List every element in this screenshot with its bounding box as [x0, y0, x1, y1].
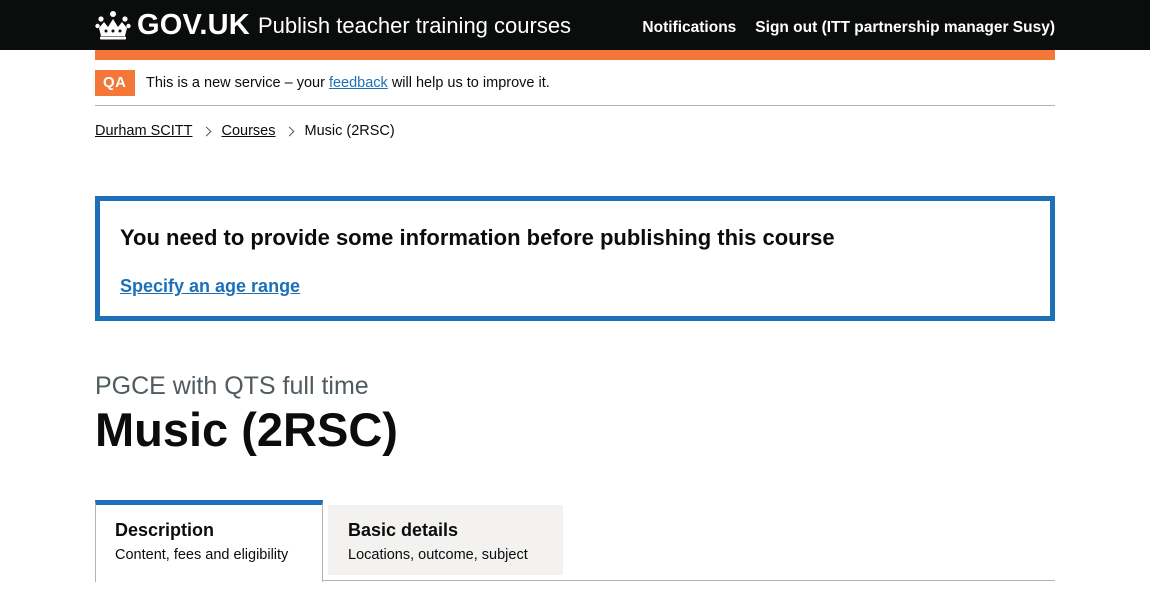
- phase-banner-text: This is a new service – your feedback wi…: [146, 73, 550, 93]
- page-caption: PGCE with QTS full time: [95, 372, 369, 400]
- phase-tag: QA: [95, 70, 135, 96]
- tab-description-label: Description: [115, 520, 215, 540]
- sign-out-link[interactable]: Sign out (ITT partnership manager Susy): [755, 17, 1055, 39]
- chevron-right-icon: [284, 126, 294, 136]
- breadcrumb-durham-scitt[interactable]: Durham SCITT: [95, 121, 193, 141]
- logo-text: GOV.UK: [137, 9, 250, 41]
- phase-banner: QA This is a new service – your feedback…: [95, 70, 1055, 106]
- page-title: Music (2RSC): [95, 403, 398, 456]
- phase-text-after: will help us to improve it.: [387, 75, 550, 91]
- notifications-link[interactable]: Notifications: [642, 17, 736, 39]
- phase-text-before: This is a new service – your: [146, 75, 329, 91]
- chevron-right-icon: [201, 126, 211, 136]
- header-nav: Notifications Sign out (ITT partnership …: [642, 17, 1055, 39]
- crown-icon: [95, 11, 131, 40]
- feedback-link[interactable]: feedback: [329, 75, 388, 91]
- error-summary-title: You need to provide some information bef…: [120, 225, 835, 250]
- breadcrumb-courses[interactable]: Courses: [222, 121, 276, 141]
- breadcrumb-current: Music (2RSC): [304, 123, 395, 139]
- tab-basic-details-label: Basic details: [348, 520, 459, 540]
- tab-description-subtitle: Content, fees and eligibility: [115, 547, 289, 563]
- tab-basic-details-subtitle: Locations, outcome, subject: [348, 547, 528, 563]
- service-name-link[interactable]: Publish teacher training courses: [258, 12, 571, 40]
- tab-description[interactable]: Description Content, fees and eligibilit…: [95, 500, 323, 582]
- breadcrumb: Durham SCITT Courses Music (2RSC): [95, 121, 395, 141]
- site-header: GOV.UK Publish teacher training courses …: [0, 0, 1150, 50]
- environment-bar: [95, 50, 1055, 60]
- govuk-logo-link[interactable]: GOV.UK: [95, 8, 250, 42]
- specify-age-range-link[interactable]: Specify an age range: [120, 274, 300, 298]
- error-summary: You need to provide some information bef…: [95, 196, 1055, 321]
- tab-basic-details[interactable]: Basic details Locations, outcome, subjec…: [328, 505, 563, 575]
